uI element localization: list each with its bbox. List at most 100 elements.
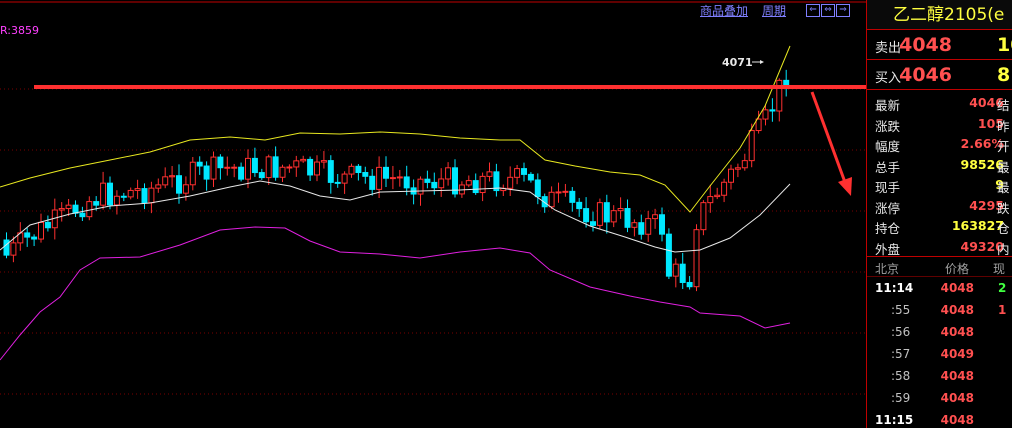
candle-body: [93, 201, 100, 206]
candle-body: [389, 177, 396, 180]
candlestick-chart[interactable]: 4071: [0, 0, 866, 428]
candle-body: [107, 182, 113, 206]
tick-volume: 1: [998, 303, 1007, 317]
overlay-link[interactable]: 商品叠加: [700, 2, 748, 19]
candle-body: [590, 221, 596, 226]
candle-body: [693, 229, 700, 288]
candle-body: [438, 178, 445, 189]
candle-body: [238, 166, 245, 180]
chart-toolbar: 商品叠加 周期 ⇐ ⇔ ⇒: [700, 2, 851, 19]
candle-body: [403, 176, 410, 189]
candle-body: [686, 281, 693, 288]
stat-value: 4046: [969, 95, 1004, 110]
tick-time: :55: [891, 303, 911, 317]
tick-row: 11:14 4048 2: [867, 277, 1012, 299]
candle-body: [327, 160, 334, 183]
candle-body: [155, 184, 162, 189]
candle-body: [762, 109, 769, 120]
sell-row[interactable]: 卖出 4048 10: [867, 30, 1012, 60]
candle-body: [631, 222, 638, 228]
candle-body: [58, 208, 65, 211]
candle-body: [210, 156, 217, 180]
candle-body: [307, 158, 314, 176]
candle-body: [182, 184, 189, 194]
ticks-volume-header: 现: [993, 262, 1006, 276]
candle-body: [293, 160, 300, 168]
candle-body: [355, 165, 362, 174]
annotation-arrow-head: [760, 60, 764, 64]
candle-body: [189, 161, 196, 186]
stat-label: 外盘: [875, 241, 901, 257]
buy-row[interactable]: 买入 4046 8: [867, 60, 1012, 90]
stat-row: 涨跌 105 昨: [867, 113, 1012, 134]
candle-body: [169, 175, 176, 178]
ticks-time-header: 北京: [875, 262, 900, 276]
candle-body: [148, 187, 155, 204]
candle-body: [120, 195, 127, 198]
stat-label: 最新: [875, 98, 901, 113]
candle-body: [134, 188, 141, 191]
candle-body: [583, 208, 590, 223]
stat-value: 9: [995, 177, 1004, 192]
period-link[interactable]: 周期: [762, 2, 786, 19]
candle-body: [24, 232, 31, 238]
candle-body: [258, 172, 265, 179]
nav-left-button[interactable]: ⇐: [806, 3, 821, 17]
tick-volume: 2: [998, 281, 1007, 295]
stat-value: 2.66%: [960, 136, 1004, 151]
candle-body: [714, 194, 721, 198]
candle-body: [100, 182, 107, 206]
nav-button-group: ⇐ ⇔ ⇒: [806, 3, 851, 17]
candle-body: [113, 195, 120, 206]
candle-body: [348, 165, 355, 175]
candle-body: [286, 166, 293, 169]
candle-body: [396, 176, 403, 179]
candle-body: [741, 160, 748, 169]
candle-body: [265, 156, 272, 179]
candle-body: [376, 166, 383, 190]
ticks-list: 11:14 4048 2:55 4048 1:56 4048:57 4049:58 4048:…: [867, 277, 1012, 428]
candle-body: [362, 172, 369, 177]
candle-body: [748, 130, 755, 162]
tick-time: 11:15: [875, 413, 914, 427]
stat-row: 外盘 49320 内: [867, 236, 1012, 257]
candle-body: [445, 167, 452, 180]
indicator-label: R:3859: [0, 24, 40, 37]
stat-value: 49320: [960, 238, 1005, 254]
candle-body: [369, 175, 376, 190]
candle-body: [514, 168, 521, 178]
stat-right-label: 昨: [997, 118, 1010, 134]
nav-right-button[interactable]: ⇒: [836, 3, 851, 17]
candle-body: [44, 221, 51, 229]
candle-body: [424, 178, 431, 183]
stat-right-label: 最: [997, 159, 1010, 175]
candle-body: [383, 166, 389, 179]
buy-label: 买入: [875, 71, 902, 86]
stat-value: 163827: [951, 218, 1004, 233]
candle-body: [603, 202, 610, 223]
candle-body: [251, 157, 258, 174]
ticks-header: 北京 价格 现: [867, 257, 1012, 277]
candle-body: [31, 236, 38, 240]
stat-value: 98526: [960, 156, 1005, 172]
nav-zoom-button[interactable]: ⇔: [821, 3, 836, 17]
candle-body: [665, 233, 672, 277]
stat-label: 现手: [875, 180, 901, 195]
tick-time: :57: [891, 347, 911, 361]
stat-label: 涨停: [875, 200, 901, 216]
candle-body: [624, 208, 631, 228]
candle-body: [617, 208, 624, 212]
candle-body: [334, 181, 341, 184]
candle-body: [769, 109, 776, 112]
candle-body: [72, 204, 79, 214]
sell-label: 卖出: [875, 41, 902, 56]
candle-body: [272, 156, 279, 178]
candle-body: [734, 167, 741, 170]
candle-body: [300, 158, 307, 162]
stat-row: 涨停 4295 跌: [867, 195, 1012, 216]
sell-volume: 10: [997, 34, 1012, 56]
candle-body: [776, 79, 783, 112]
candle-body: [569, 190, 576, 203]
stat-right-label: 开: [997, 139, 1010, 154]
stat-value: 4295: [969, 197, 1004, 213]
